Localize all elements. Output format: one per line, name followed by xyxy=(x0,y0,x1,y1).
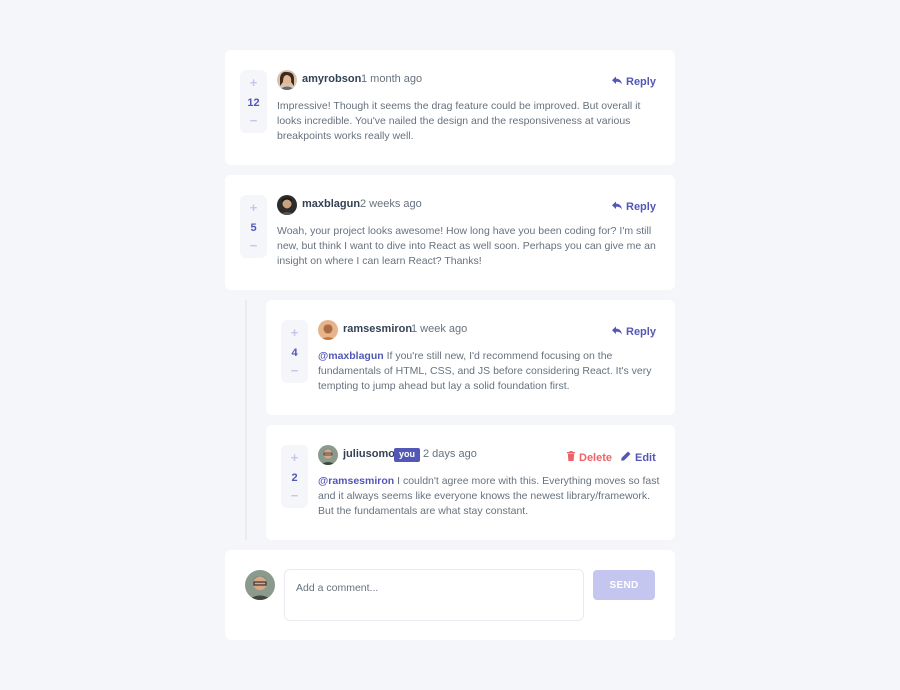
downvote-button[interactable]: − xyxy=(240,113,267,128)
reply-button[interactable]: Reply xyxy=(612,201,656,213)
avatar xyxy=(277,70,297,90)
comment-card: + 12 − amyrobson 1 month ago Reply Impre… xyxy=(225,50,675,165)
send-button[interactable]: SEND xyxy=(593,570,655,600)
edit-label: Edit xyxy=(635,451,656,464)
vote-control: + 2 − xyxy=(281,445,308,508)
avatar xyxy=(277,195,297,215)
upvote-button[interactable]: + xyxy=(281,325,308,340)
comment-body: @ramsesmiron I couldn't agree more with … xyxy=(318,474,663,519)
vote-control: + 4 − xyxy=(281,320,308,383)
downvote-button[interactable]: − xyxy=(281,363,308,378)
comment-date: 2 days ago xyxy=(423,448,477,460)
comment-body: @maxblagun If you're still new, I'd reco… xyxy=(318,349,660,394)
downvote-button[interactable]: − xyxy=(240,238,267,253)
reply-card: + 4 − ramsesmiron 1 week ago Reply @maxb… xyxy=(266,300,675,415)
username[interactable]: ramsesmiron xyxy=(343,323,412,335)
mention-link[interactable]: @maxblagun xyxy=(318,350,384,362)
score: 4 xyxy=(291,347,298,359)
reply-button[interactable]: Reply xyxy=(612,76,656,88)
downvote-button[interactable]: − xyxy=(281,488,308,503)
score: 12 xyxy=(247,97,260,109)
vote-control: + 12 − xyxy=(240,70,267,133)
delete-button[interactable]: Delete xyxy=(567,451,612,464)
mention-link[interactable]: @ramsesmiron xyxy=(318,475,394,487)
username[interactable]: maxblagun xyxy=(302,198,360,210)
score: 2 xyxy=(291,472,298,484)
avatar xyxy=(318,320,338,340)
reply-arrow-icon xyxy=(612,201,622,213)
comment-date: 1 week ago xyxy=(411,323,468,335)
comment-input[interactable] xyxy=(284,569,584,621)
upvote-button[interactable]: + xyxy=(240,75,267,90)
upvote-button[interactable]: + xyxy=(281,450,308,465)
comment-body: Woah, your project looks awesome! How lo… xyxy=(277,225,656,267)
reply-card: + 2 − juliusomo you 2 days ago Delete Ed… xyxy=(266,425,675,540)
trash-icon xyxy=(567,451,575,464)
avatar xyxy=(318,445,338,465)
edit-button[interactable]: Edit xyxy=(621,451,656,464)
username[interactable]: juliusomo xyxy=(343,448,395,460)
username[interactable]: amyrobson xyxy=(302,73,361,85)
pencil-icon xyxy=(621,451,631,464)
reply-label: Reply xyxy=(626,201,656,213)
upvote-button[interactable]: + xyxy=(240,200,267,215)
comment-card: + 5 − maxblagun 2 weeks ago Reply Woah, … xyxy=(225,175,675,290)
score: 5 xyxy=(250,222,257,234)
comment-body: Impressive! Though it seems the drag fea… xyxy=(277,100,641,142)
comment-date: 1 month ago xyxy=(361,73,423,85)
vote-control: + 5 − xyxy=(240,195,267,258)
reply-thread-line xyxy=(245,300,247,540)
you-badge: you xyxy=(394,448,421,462)
reply-arrow-icon xyxy=(612,326,622,338)
reply-label: Reply xyxy=(626,326,656,338)
reply-arrow-icon xyxy=(612,76,622,88)
new-comment-card: SEND xyxy=(225,550,675,640)
reply-label: Reply xyxy=(626,76,656,88)
current-user-avatar xyxy=(245,570,275,600)
reply-button[interactable]: Reply xyxy=(612,326,656,338)
delete-label: Delete xyxy=(579,451,613,464)
comment-date: 2 weeks ago xyxy=(360,198,422,210)
